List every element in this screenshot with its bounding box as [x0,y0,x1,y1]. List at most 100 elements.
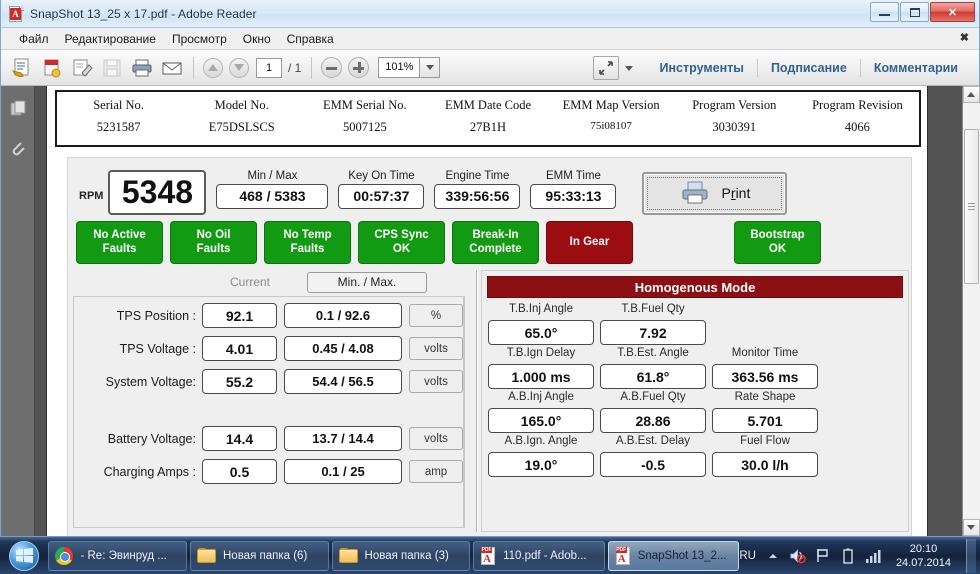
print-button[interactable]: Print [642,171,788,215]
print-button-label: Print [721,185,751,201]
field-value: 1.000 ms [488,364,594,389]
key-on-time-caption: Key On Time [348,169,415,182]
field-ab-ign-angle: A.B.Ign. Angle 19.0° [488,435,594,477]
page-thumbnails-icon[interactable] [7,98,29,120]
show-desktop-button[interactable] [966,538,976,573]
zoom-out-button[interactable] [321,57,343,78]
measurement-label: TPS Voltage : [119,341,196,356]
table-column-program-version: Program Version 3030391 [673,98,796,135]
chevron-up-icon[interactable] [765,548,781,564]
homogenous-mode-grid: T.B.Inj Angle 65.0° T.B.Fuel Qty 7.92 T.… [482,298,908,477]
status-line-2: OK [768,243,787,255]
minmax-toggle-button[interactable]: Min. / Max. [307,271,427,293]
flag-icon[interactable] [815,548,831,564]
clock[interactable]: 20:10 24.07.2014 [890,542,957,570]
taskbar-item-chrome[interactable]: - Re: Эвинруд ... [48,540,187,571]
measurement-minmax-value: 54.4 / 56.5 [284,369,402,394]
status-button-no-temp-faults[interactable]: No Temp Faults [264,220,351,264]
vertical-scrollbar[interactable] [962,86,980,536]
maximize-button[interactable] [900,2,929,22]
sign-link[interactable]: Подписание [758,61,860,75]
battery-icon[interactable] [840,548,856,564]
scrollbar-track[interactable] [962,103,980,519]
title-bar: A SnapShot 13_25 x 17.pdf - Adobe Reader… [1,0,979,28]
measurement-row-tps-position: TPS Position : 92.1 0.1 / 92.6 % [74,301,463,330]
measurement-label: Charging Amps : [103,464,196,479]
pdf-icon: PDF A [480,546,496,565]
next-page-button[interactable] [229,57,249,78]
menu-item-file[interactable]: Файл [11,30,57,48]
table-column-model-no: Model No. E75DSLSCS [180,98,303,135]
field-tb-inj-angle: T.B.Inj Angle 65.0° [488,303,594,345]
menu-item-help[interactable]: Справка [279,30,342,48]
reader-body: Serial No. 5231587 Model No. E75DSLSCS E… [1,86,980,536]
toolbar-more-dropdown-icon[interactable] [624,65,633,71]
taskbar-item-110-pdf[interactable]: PDF A 110.pdf - Adob... [473,540,605,571]
status-button-no-oil-faults[interactable]: No Oil Faults [170,220,257,264]
volume-muted-icon[interactable] [790,548,806,564]
taskbar-item-label: SnapShot 13_2... [637,549,727,562]
key-on-time-group: Key On Time 00:57:37 [338,169,425,209]
edit-pdf-icon[interactable] [67,54,97,82]
email-icon[interactable] [157,54,187,82]
taskbar-item-label: 110.pdf - Adob... [503,549,587,562]
status-button-in-gear[interactable]: In Gear [546,220,633,264]
field-value: 7.92 [600,320,706,345]
windows-taskbar: - Re: Эвинруд ... Новая папка (6) Новая … [0,536,980,574]
taskbar-item-folder-3[interactable]: Новая папка (3) [331,540,471,571]
zoom-level-input[interactable]: 101% [378,57,421,78]
menu-item-view[interactable]: Просмотр [164,30,235,48]
emm-time-caption: EMM Time [545,169,601,182]
close-document-icon[interactable]: ✖ [960,31,969,44]
page-number-input[interactable]: 1 [256,57,282,78]
zoom-in-button[interactable] [348,57,370,78]
column-value: 27B1H [469,120,507,134]
attachments-icon[interactable] [7,138,29,160]
lower-panels: Current Min. / Max. TPS Position : 92.1 … [73,270,909,532]
page-total-label: / 1 [288,60,302,75]
previous-page-button[interactable] [203,57,223,78]
taskbar-item-snapshot-pdf[interactable]: PDF A SnapShot 13_2... [607,540,740,571]
taskbar-item-folder-6[interactable]: Новая папка (6) [190,540,329,571]
field-caption: A.B.Fuel Qty [620,391,686,403]
comment-link[interactable]: Комментарии [861,61,971,75]
field-value: 165.0° [488,408,594,433]
menu-item-edit[interactable]: Редактирование [57,30,164,48]
tools-link[interactable]: Инструменты [647,61,757,75]
field-value: 30.0 l/h [712,452,818,477]
header-info-table: Serial No. 5231587 Model No. E75DSLSCS E… [55,90,921,147]
status-button-break-in[interactable]: Break-In Complete [452,220,539,264]
scrollbar-thumb[interactable] [963,129,979,284]
open-export-icon[interactable] [7,54,37,82]
create-pdf-icon[interactable] [37,54,67,82]
field-value: 363.56 ms [712,364,818,389]
close-button[interactable]: ✕ [930,2,975,22]
document-area[interactable]: Serial No. 5231587 Model No. E75DSLSCS E… [35,86,962,536]
status-button-bootstrap[interactable]: Bootstrap OK [734,220,821,264]
minimize-button[interactable] [870,2,899,22]
status-line-1: No Temp [283,229,332,241]
status-line-1: In Gear [569,236,610,248]
network-bars-icon[interactable] [865,548,881,564]
language-indicator[interactable]: RU [739,550,756,562]
measurement-unit: % [409,304,463,327]
print-icon[interactable] [127,54,157,82]
measurement-label: Battery Voltage: [107,431,196,446]
status-button-no-active-faults[interactable]: No Active Faults [76,220,163,264]
fullscreen-button[interactable] [592,56,619,80]
scroll-up-button[interactable] [962,86,980,103]
save-icon [97,54,127,82]
table-column-program-revision: Program Revision 4066 [796,98,919,135]
scroll-down-button[interactable] [962,519,980,536]
zoom-dropdown-button[interactable] [420,57,441,78]
column-header: EMM Serial No. [323,98,407,112]
chrome-icon [55,546,74,565]
window-controls: ✕ [870,2,975,22]
menu-item-window[interactable]: Окно [235,30,279,48]
emm-time-value: 95:33:13 [530,183,617,209]
field-tb-fuel-qty: T.B.Fuel Qty 7.92 [600,303,706,345]
start-button[interactable] [2,539,45,573]
status-button-cps-sync[interactable]: CPS Sync OK [358,220,445,264]
pdf-icon: PDF A [615,546,631,565]
measurements-group: TPS Position : 92.1 0.1 / 92.6 % TPS Vol… [73,296,465,528]
